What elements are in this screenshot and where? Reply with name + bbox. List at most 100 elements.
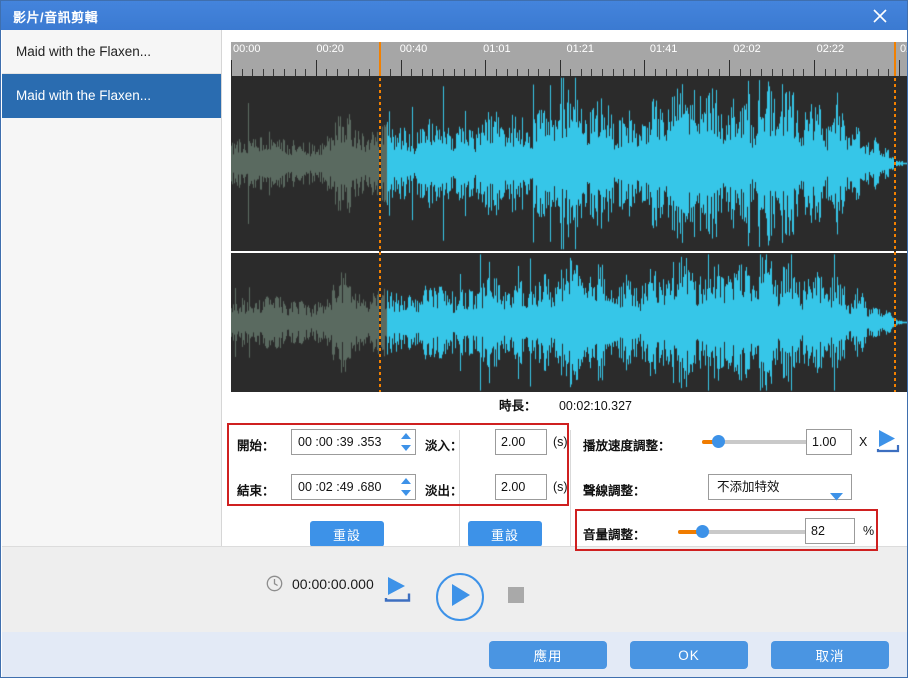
volume-field[interactable]: 82: [805, 518, 855, 544]
ruler-tick: [464, 69, 465, 76]
fade-in-unit: (s): [553, 435, 568, 449]
ruler-tick: [390, 69, 391, 76]
ruler-tick: [326, 69, 327, 76]
ruler-tick: [602, 69, 603, 76]
window-title: 影片/音訊剪輯: [13, 10, 99, 25]
playback-speed-slider[interactable]: [702, 433, 812, 451]
slider-knob[interactable]: [696, 525, 709, 538]
slider-knob[interactable]: [712, 435, 725, 448]
ruler-tick: [485, 60, 486, 76]
ruler-tick: [432, 69, 433, 76]
start-marker-head: [379, 42, 381, 76]
cancel-button[interactable]: 取消: [771, 641, 889, 669]
list-item[interactable]: Maid with the Flaxen...: [2, 30, 221, 74]
ruler-tick: [496, 69, 497, 76]
fade-out-field[interactable]: 2.00: [495, 474, 547, 500]
ruler-tick-label: 00:20: [316, 43, 344, 55]
ruler-tick: [772, 69, 773, 76]
apply-button[interactable]: 應用: [489, 641, 607, 669]
ruler-tick: [528, 69, 529, 76]
end-marker-head: [894, 42, 896, 76]
ruler-tick: [369, 69, 370, 76]
clock-glyph: [266, 575, 283, 592]
end-time-label: 結束：: [237, 484, 275, 498]
start-time-stepper[interactable]: [399, 429, 413, 455]
end-trim-marker[interactable]: [894, 42, 896, 392]
waveform-channel-left: [231, 76, 907, 251]
ruler-tick: [443, 69, 444, 76]
timeline-ruler[interactable]: 00:00 00:20 00:40 01:01 01:21 01:41 02:02 02:22…: [231, 42, 907, 76]
ruler-tick-label: 01:21: [566, 43, 595, 55]
ruler-tick: [793, 69, 794, 76]
play-button[interactable]: [436, 573, 484, 621]
controls-panel: 開始： 00 :00 :39 .353 結束： 00 :02 :49 .680 …: [223, 416, 907, 551]
ruler-tick: [454, 69, 455, 76]
volume-slider[interactable]: [678, 523, 808, 541]
start-trim-marker[interactable]: [379, 42, 381, 392]
ruler-tick: [401, 60, 402, 76]
ruler-tick: [231, 60, 232, 76]
fade-in-label: 淡入：: [425, 439, 463, 453]
ruler-tick: [570, 69, 571, 76]
ruler-tick: [782, 69, 783, 76]
reset-fade-button[interactable]: 重設: [468, 521, 542, 547]
fade-in-field[interactable]: 2.00: [495, 429, 547, 455]
end-time-stepper[interactable]: [399, 474, 413, 500]
reset-trim-button[interactable]: 重設: [310, 521, 384, 547]
ruler-tick: [538, 69, 539, 76]
footer-bar: 應用 OK 取消: [2, 632, 907, 677]
ruler-tick: [708, 69, 709, 76]
file-list: Maid with the Flaxen... Maid with the Fl…: [2, 30, 222, 546]
voice-effect-label: 聲線調整：: [583, 484, 646, 498]
fade-out-unit: (s): [553, 480, 568, 494]
ruler-tick: [613, 69, 614, 76]
ruler-tick: [803, 69, 804, 76]
list-item[interactable]: Maid with the Flaxen...: [2, 74, 221, 118]
ruler-tick: [348, 69, 349, 76]
start-time-field[interactable]: 00 :00 :39 .353: [291, 429, 416, 455]
ruler-tick: [814, 60, 815, 76]
stop-icon[interactable]: [508, 587, 524, 603]
volume-unit: %: [863, 524, 875, 538]
ruler-tick: [337, 69, 338, 76]
ruler-tick: [411, 69, 412, 76]
ruler-tick: [273, 69, 274, 76]
waveform-canvas[interactable]: [231, 76, 907, 392]
ruler-tick: [581, 69, 582, 76]
ruler-tick: [623, 69, 624, 76]
duration-value: 00:02:10.327: [558, 399, 632, 413]
ruler-tick-label: 01:41: [649, 43, 678, 55]
ruler-tick: [475, 69, 476, 76]
voice-effect-value: 不添加特效: [717, 480, 780, 494]
play-to-marker-icon[interactable]: [383, 575, 413, 608]
ruler-tick-label: 02:02: [733, 43, 761, 55]
ruler-tick: [295, 69, 296, 76]
start-time-label: 開始：: [237, 439, 275, 453]
end-time-field[interactable]: 00 :02 :49 .680: [291, 474, 416, 500]
ruler-tick-label: 02:42: [899, 43, 907, 55]
title-bar: 影片/音訊剪輯: [1, 1, 907, 30]
voice-effect-select[interactable]: 不添加特效: [708, 474, 852, 501]
ruler-tick: [560, 60, 561, 76]
ruler-tick: [252, 69, 253, 76]
ruler-tick: [507, 69, 508, 76]
play-icon: [452, 584, 470, 606]
transport-bar: 00:00:00.000: [2, 546, 907, 633]
ruler-tick: [835, 69, 836, 76]
playback-speed-field[interactable]: 1.00: [806, 429, 852, 455]
play-preview-icon[interactable]: [875, 429, 901, 458]
ruler-tick: [666, 69, 667, 76]
close-glyph: [873, 9, 887, 23]
ruler-tick: [740, 69, 741, 76]
ruler-tick: [888, 69, 889, 76]
duration-label: 時長：: [499, 399, 537, 413]
close-icon[interactable]: [859, 1, 901, 30]
ok-button[interactable]: OK: [630, 641, 748, 669]
waveform-channel-right: [231, 253, 907, 392]
stepper-arrows-icon: [401, 478, 411, 496]
divider: [570, 430, 571, 546]
ruler-tick: [825, 69, 826, 76]
ruler-tick-label: 01:01: [483, 43, 511, 55]
play-preview-glyph: [876, 430, 900, 453]
ruler-tick: [729, 60, 730, 76]
